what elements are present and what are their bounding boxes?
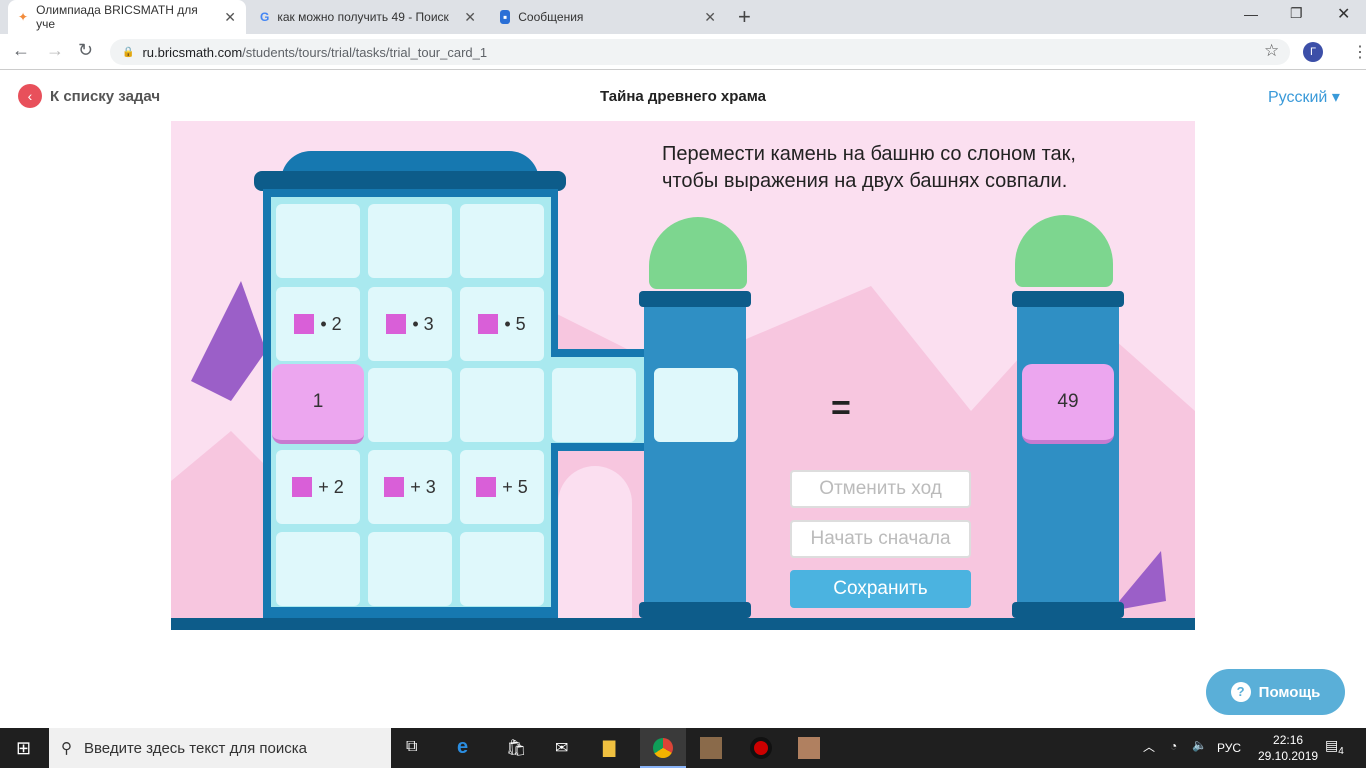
grid-cell[interactable] bbox=[460, 532, 544, 606]
profile-avatar[interactable]: Г bbox=[1303, 42, 1323, 62]
maximize-button[interactable]: ❐ bbox=[1290, 5, 1303, 22]
temple-roof bbox=[254, 171, 566, 191]
taskbar-search[interactable]: ⚲ Введите здесь текст для поиска bbox=[49, 728, 391, 768]
restart-button[interactable]: Начать сначала bbox=[790, 520, 971, 558]
stone-placeholder-icon bbox=[386, 314, 407, 334]
back-icon[interactable]: ← bbox=[12, 40, 30, 61]
app-icon[interactable] bbox=[700, 737, 722, 759]
app-icon[interactable] bbox=[798, 737, 820, 759]
windows-start-icon[interactable]: ⊞ bbox=[16, 738, 31, 759]
grid-cell[interactable] bbox=[276, 204, 360, 278]
stone-placeholder-icon bbox=[476, 477, 497, 497]
recorder-icon[interactable] bbox=[750, 737, 772, 759]
multiply-3-cell[interactable]: • 3 bbox=[368, 287, 452, 361]
mail-icon[interactable]: ✉ bbox=[555, 738, 568, 758]
stone-placeholder-icon bbox=[478, 314, 499, 334]
language-select[interactable]: Русский ▾ bbox=[1268, 87, 1340, 107]
question-icon: ? bbox=[1230, 682, 1251, 702]
game-area: • 2 • 3 • 5 + 2 + 3 + 5 1 = 49 Перемести… bbox=[171, 121, 1195, 630]
tray-chevron-icon[interactable]: ︿ bbox=[1143, 738, 1155, 755]
ground bbox=[171, 618, 1195, 630]
bricsmath-icon: ✦ bbox=[18, 10, 29, 24]
page-title: Тайна древнего храма bbox=[599, 88, 767, 105]
wifi-icon[interactable]: ◔ bbox=[1170, 739, 1177, 753]
temple-arch bbox=[558, 466, 632, 630]
multiply-5-cell[interactable]: • 5 bbox=[460, 287, 544, 361]
grid-cell[interactable] bbox=[460, 368, 544, 442]
elephant-pillar bbox=[1017, 301, 1119, 621]
file-explorer-icon[interactable]: ▇ bbox=[603, 738, 615, 758]
task-instruction: Перемести камень на башню со слоном так,… bbox=[662, 143, 1076, 192]
stone-placeholder-icon bbox=[384, 477, 405, 497]
help-button[interactable]: ? Помощь bbox=[1206, 669, 1345, 715]
equals-sign: = bbox=[831, 389, 851, 427]
stone-placeholder-icon bbox=[292, 477, 313, 497]
grid-cell[interactable] bbox=[368, 204, 452, 278]
language-indicator[interactable]: РУС bbox=[1217, 741, 1241, 755]
save-button[interactable]: Сохранить bbox=[790, 570, 971, 608]
clock[interactable]: 22:16 29.10.2019 bbox=[1258, 732, 1318, 764]
add-2-cell[interactable]: + 2 bbox=[276, 450, 360, 524]
leaf-decoration bbox=[191, 281, 266, 401]
bookmark-star-icon[interactable]: ☆ bbox=[1264, 41, 1279, 61]
forward-icon[interactable]: → bbox=[46, 40, 64, 61]
tab-bar: ✦ Олимпиада BRICSMATH для уче ✕ Gкак можно… bbox=[0, 0, 1366, 34]
address-bar[interactable]: 🔒 ru.bricsmath.com/students/tours/trial/t… bbox=[110, 39, 1290, 65]
add-3-cell[interactable]: + 3 bbox=[368, 450, 452, 524]
elephant-pillar bbox=[644, 301, 746, 621]
movable-stone[interactable]: 1 bbox=[272, 364, 364, 444]
edge-icon[interactable]: e bbox=[457, 736, 468, 759]
google-icon: G bbox=[260, 10, 270, 24]
grid-cell[interactable] bbox=[368, 368, 452, 442]
chrome-taskbar-icon[interactable] bbox=[640, 728, 686, 768]
tab-google[interactable]: Gкак можно получить 49 - Поиск ✕ bbox=[250, 0, 486, 34]
stone-placeholder-icon bbox=[294, 314, 315, 334]
add-5-cell[interactable]: + 5 bbox=[460, 450, 544, 524]
tab-bricsmath[interactable]: ✦ Олимпиада BRICSMATH для уче ✕ bbox=[8, 0, 246, 34]
minimize-button[interactable]: — bbox=[1244, 6, 1258, 22]
search-icon: ⚲ bbox=[61, 740, 72, 757]
target-value-stone: 49 bbox=[1022, 364, 1114, 444]
lock-icon: 🔒 bbox=[122, 46, 135, 58]
new-tab-button[interactable]: + bbox=[738, 4, 751, 30]
close-tab-icon[interactable]: ✕ bbox=[464, 9, 476, 26]
grid-cell[interactable] bbox=[552, 368, 636, 442]
close-tab-icon[interactable]: ✕ bbox=[704, 9, 716, 26]
reload-icon[interactable]: ↻ bbox=[78, 40, 93, 61]
volume-icon[interactable]: 🔈 bbox=[1192, 738, 1207, 752]
close-window-button[interactable]: ✕ bbox=[1337, 4, 1350, 24]
multiply-2-cell[interactable]: • 2 bbox=[276, 287, 360, 361]
taskbar: ⊞ ⚲ Введите здесь текст для поиска ⧉ e 🛍 … bbox=[0, 728, 1366, 768]
messages-icon: ▪ bbox=[500, 10, 511, 24]
undo-button[interactable]: Отменить ход bbox=[790, 470, 971, 508]
grid-cell[interactable] bbox=[276, 532, 360, 606]
tab-messages[interactable]: ▪ Сообщения ✕ bbox=[490, 0, 726, 34]
menu-icon[interactable]: ⋮ bbox=[1352, 42, 1366, 62]
task-view-icon[interactable]: ⧉ bbox=[406, 738, 417, 756]
close-tab-icon[interactable]: ✕ bbox=[224, 9, 236, 26]
store-icon[interactable]: 🛍 bbox=[506, 738, 526, 758]
target-slot[interactable] bbox=[654, 368, 738, 442]
notifications-icon[interactable]: ▤4 bbox=[1325, 737, 1344, 757]
grid-cell[interactable] bbox=[368, 532, 452, 606]
grid-cell[interactable] bbox=[460, 204, 544, 278]
